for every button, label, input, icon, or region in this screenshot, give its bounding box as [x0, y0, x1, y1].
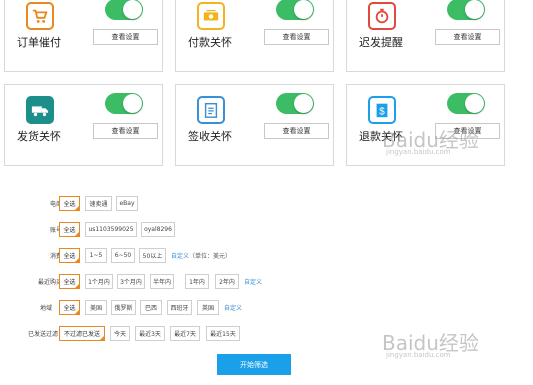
option-sent[interactable]: 最近3天 [135, 326, 165, 341]
option-recent[interactable]: 半年内 [150, 274, 174, 289]
option-ebay[interactable]: eBay [116, 196, 138, 211]
option-recent[interactable]: 3个月内 [117, 274, 145, 289]
card-title: 付款关怀 [188, 36, 232, 49]
card-shipping-care: 发货关怀 查看设置 [4, 84, 163, 166]
view-settings-button[interactable]: 查看设置 [93, 29, 158, 45]
refund-dollar-icon: $ [368, 96, 396, 124]
stopwatch-icon [368, 2, 396, 30]
enable-toggle[interactable] [105, 93, 143, 114]
unit-note: （单位：美元） [189, 253, 232, 260]
filter-label: 地域 [39, 305, 52, 312]
option-sent[interactable]: 最近15天 [206, 326, 240, 341]
card-late-shipping: 迟发提醒 查看设置 [346, 0, 505, 72]
option-region[interactable]: 美国 [85, 300, 107, 315]
option-sent[interactable]: 最近7天 [170, 326, 200, 341]
watermark-url: jingyan.baidu.com [386, 148, 451, 156]
card-order-reminder: 订单催付 查看设置 [4, 0, 163, 72]
option-select-all[interactable]: 全选 [59, 274, 80, 289]
option-account[interactable]: oyal8296 [141, 222, 175, 237]
view-settings-button[interactable]: 查看设置 [435, 29, 500, 45]
view-settings-button[interactable]: 查看设置 [93, 123, 158, 139]
card-title: 迟发提醒 [359, 36, 403, 49]
filter-label: 已发送过滤 [27, 331, 58, 338]
checklist-icon [197, 96, 225, 124]
enable-toggle[interactable] [105, 0, 143, 20]
enable-toggle[interactable] [276, 0, 314, 20]
option-recent[interactable]: 1年内 [185, 274, 209, 289]
card-title: 订单催付 [17, 36, 61, 49]
option-region[interactable]: 英国 [197, 300, 219, 315]
option-amount[interactable]: 1~5 [85, 248, 107, 263]
option-select-all[interactable]: 全选 [59, 300, 80, 315]
option-recent[interactable]: 1个月内 [85, 274, 113, 289]
option-select-all[interactable]: 全选 [59, 196, 80, 211]
option-region[interactable]: 俄罗斯 [111, 300, 136, 315]
option-sent[interactable]: 今天 [110, 326, 130, 341]
option-region[interactable]: 巴西 [140, 300, 162, 315]
card-receipt-care: 签收关怀 查看设置 [175, 84, 334, 166]
option-aliexpress[interactable]: 速卖通 [85, 196, 112, 211]
custom-link[interactable]: 自定义 [244, 277, 262, 286]
option-select-all[interactable]: 全选 [59, 222, 80, 237]
card-title: 发货关怀 [17, 130, 61, 143]
option-no-filter-sent[interactable]: 不过滤已发送 [59, 326, 105, 341]
custom-link[interactable]: 自定义 [224, 303, 242, 312]
option-region[interactable]: 西班牙 [167, 300, 192, 315]
view-settings-button[interactable]: 查看设置 [264, 123, 329, 139]
svg-text:$: $ [379, 107, 385, 118]
money-icon [197, 2, 225, 30]
option-recent[interactable]: 2年内 [215, 274, 239, 289]
card-title: 签收关怀 [188, 130, 232, 143]
shopping-cart-icon [26, 2, 54, 30]
option-amount[interactable]: 6~50 [111, 248, 135, 263]
watermark-url: jingyan.baidu.com [386, 351, 451, 359]
enable-toggle[interactable] [447, 0, 485, 20]
enable-toggle[interactable] [447, 93, 485, 114]
enable-toggle[interactable] [276, 93, 314, 114]
option-select-all[interactable]: 全选 [59, 248, 80, 263]
option-account[interactable]: us1103599025 [85, 222, 137, 237]
start-filter-button[interactable]: 开始筛选 [217, 354, 291, 375]
truck-icon [26, 96, 54, 124]
card-payment-care: 付款关怀 查看设置 [175, 0, 334, 72]
view-settings-button[interactable]: 查看设置 [264, 29, 329, 45]
custom-link[interactable]: 自定义 [171, 251, 189, 260]
option-amount[interactable]: 50以上 [139, 248, 166, 263]
